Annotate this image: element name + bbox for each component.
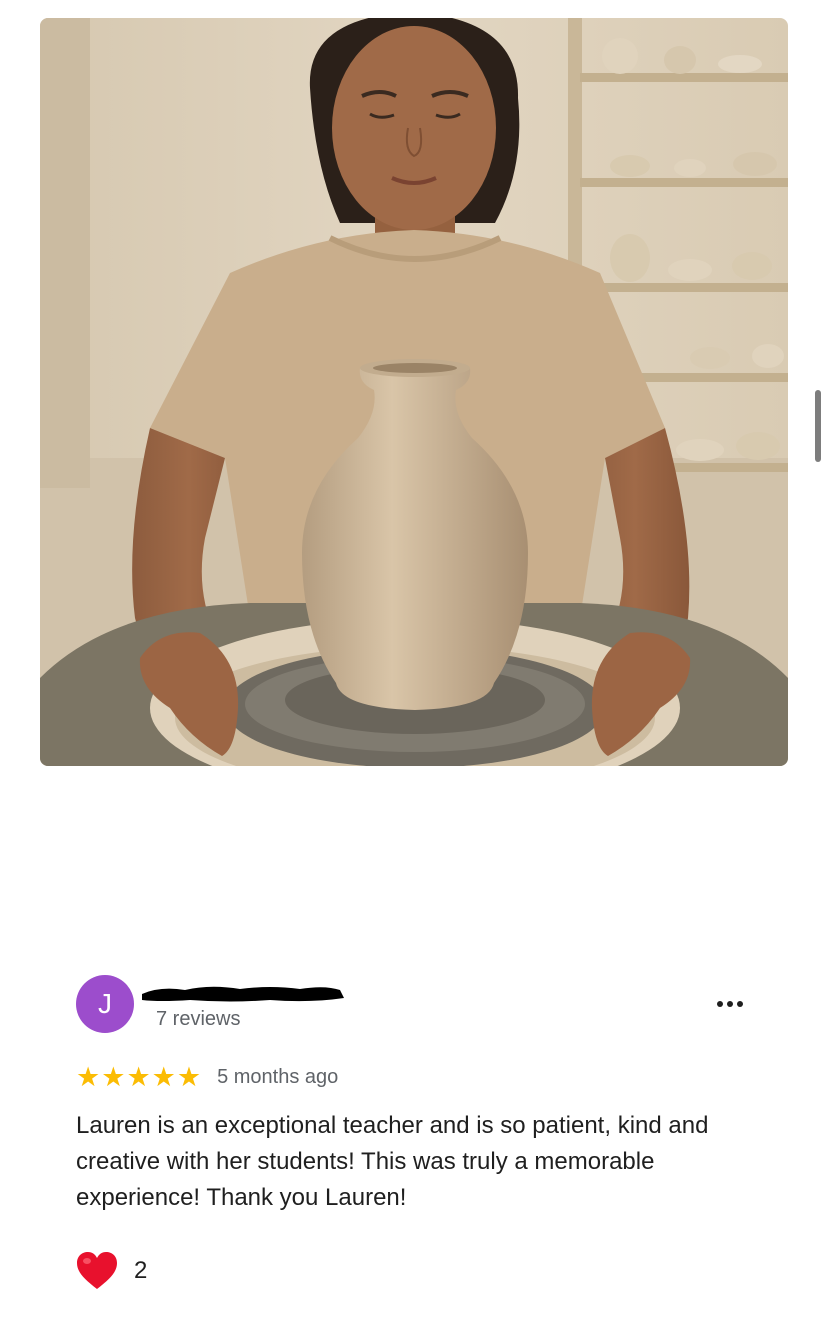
more-options-icon-dot [737,1001,743,1007]
more-options-icon-dot [727,1001,733,1007]
more-options-button[interactable] [710,990,750,1018]
star-icon: ★ [76,1062,101,1092]
star-icon: ★ [151,1062,176,1092]
review-photo[interactable] [40,18,788,766]
review-text: Lauren is an exceptional teacher and is … [76,1112,709,1211]
reviewer-avatar[interactable]: J [76,975,134,1033]
pottery-photo-illustration [40,18,788,766]
star-rating: ★ ★ ★ ★ ★ [76,1063,201,1091]
reaction-button[interactable]: 2 [76,1249,147,1293]
star-icon: ★ [101,1062,126,1092]
reaction-count: 2 [134,1257,148,1284]
heart-icon [77,1252,117,1289]
star-icon: ★ [176,1062,202,1092]
review-timestamp: 5 months ago [217,1065,339,1088]
more-options-icon [717,1001,723,1007]
rating-row: ★ ★ ★ ★ ★ 5 months ago [76,1063,338,1091]
page-scrollbar[interactable] [815,390,821,462]
redacted-reviewer-name [142,986,344,1002]
star-icon: ★ [126,1062,151,1092]
reviewer-review-count[interactable]: 7 reviews [156,1008,240,1031]
